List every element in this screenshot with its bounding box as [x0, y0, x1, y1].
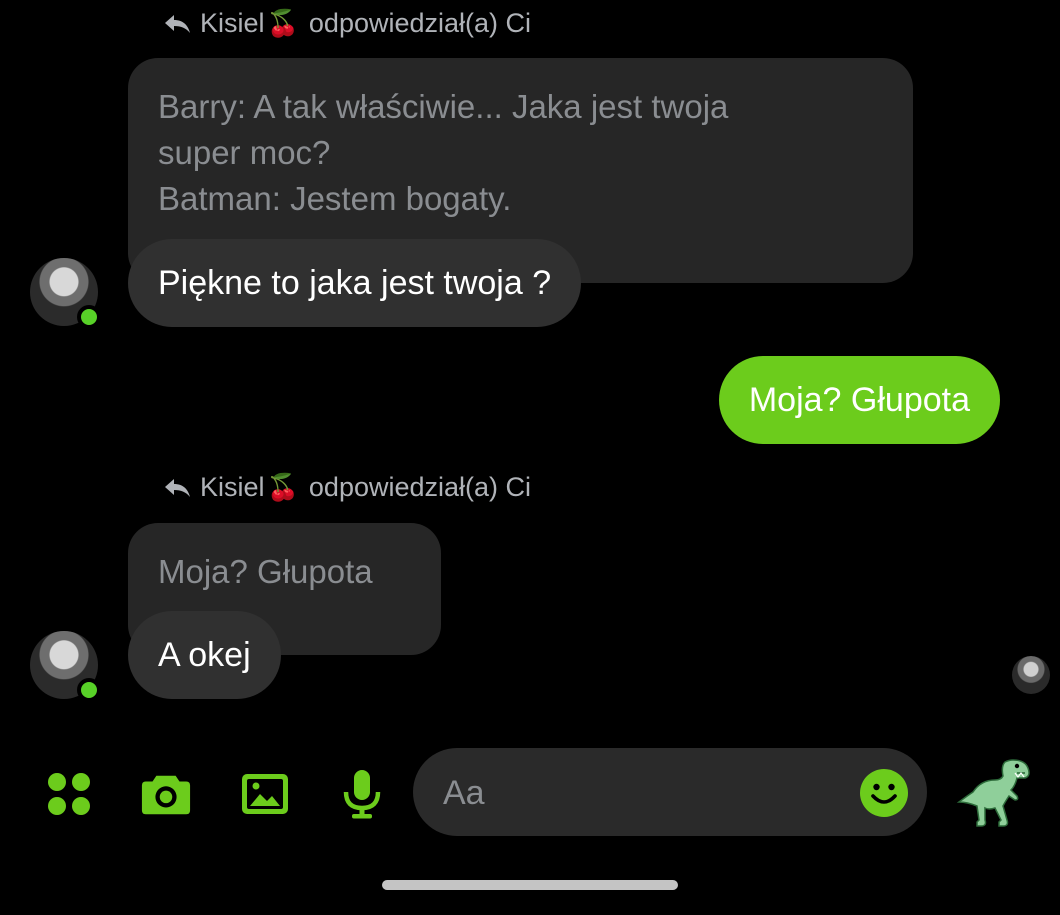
- incoming-message-bubble[interactable]: A okej: [128, 611, 281, 699]
- seen-receipt-avatar: [1012, 656, 1050, 694]
- cherry-emoji: 🍒: [266, 472, 299, 502]
- cherry-emoji: 🍒: [266, 8, 299, 38]
- microphone-button[interactable]: [336, 768, 388, 820]
- contact-avatar[interactable]: [30, 258, 101, 329]
- reply-header: Kisiel 🍒 odpowiedział(a) Ci: [162, 8, 531, 39]
- camera-button[interactable]: [140, 768, 192, 820]
- apps-icon: [48, 773, 90, 815]
- gallery-button[interactable]: [239, 768, 291, 820]
- quoted-line: Batman: Jestem bogaty.: [158, 180, 512, 217]
- reply-arrow-icon: [165, 478, 190, 497]
- reply-header: Kisiel 🍒 odpowiedział(a) Ci: [162, 472, 531, 503]
- microphone-icon: [343, 770, 381, 819]
- reply-sender-name: Kisiel: [200, 8, 265, 38]
- online-status-dot: [77, 305, 101, 329]
- quoted-line: Moja? Głupota: [158, 553, 373, 590]
- online-status-dot: [77, 678, 101, 702]
- message-text: Piękne to jaka jest twoja ?: [158, 263, 552, 302]
- home-indicator[interactable]: [382, 880, 678, 890]
- message-input-container: [413, 748, 927, 836]
- incoming-message-bubble[interactable]: Piękne to jaka jest twoja ?: [128, 239, 582, 327]
- trex-emoji-icon: [956, 759, 1030, 827]
- reply-action-text: odpowiedział(a) Ci: [308, 472, 532, 502]
- message-text: Moja? Głupota: [748, 380, 970, 419]
- outgoing-message-bubble[interactable]: Moja? Głupota: [718, 356, 1000, 444]
- quoted-line: super moc?: [158, 134, 331, 171]
- messenger-chat-screen: Kisiel 🍒 odpowiedział(a) Ci Barry: A tak…: [0, 0, 1060, 915]
- reply-sender-name: Kisiel: [200, 472, 265, 502]
- contact-avatar[interactable]: [30, 631, 101, 702]
- quick-reaction-button[interactable]: [955, 756, 1035, 830]
- reply-action-text: odpowiedział(a) Ci: [308, 8, 532, 38]
- message-composer: [0, 748, 1060, 838]
- gallery-icon: [242, 774, 288, 814]
- message-input[interactable]: [441, 768, 845, 818]
- reply-arrow-icon: [165, 14, 190, 33]
- apps-button[interactable]: [43, 768, 95, 820]
- emoji-button[interactable]: [859, 768, 909, 818]
- emoji-icon: [860, 769, 908, 817]
- camera-icon: [141, 775, 191, 815]
- quoted-line: Barry: A tak właściwie... Jaka jest twoj…: [158, 88, 729, 125]
- message-text: A okej: [158, 635, 251, 674]
